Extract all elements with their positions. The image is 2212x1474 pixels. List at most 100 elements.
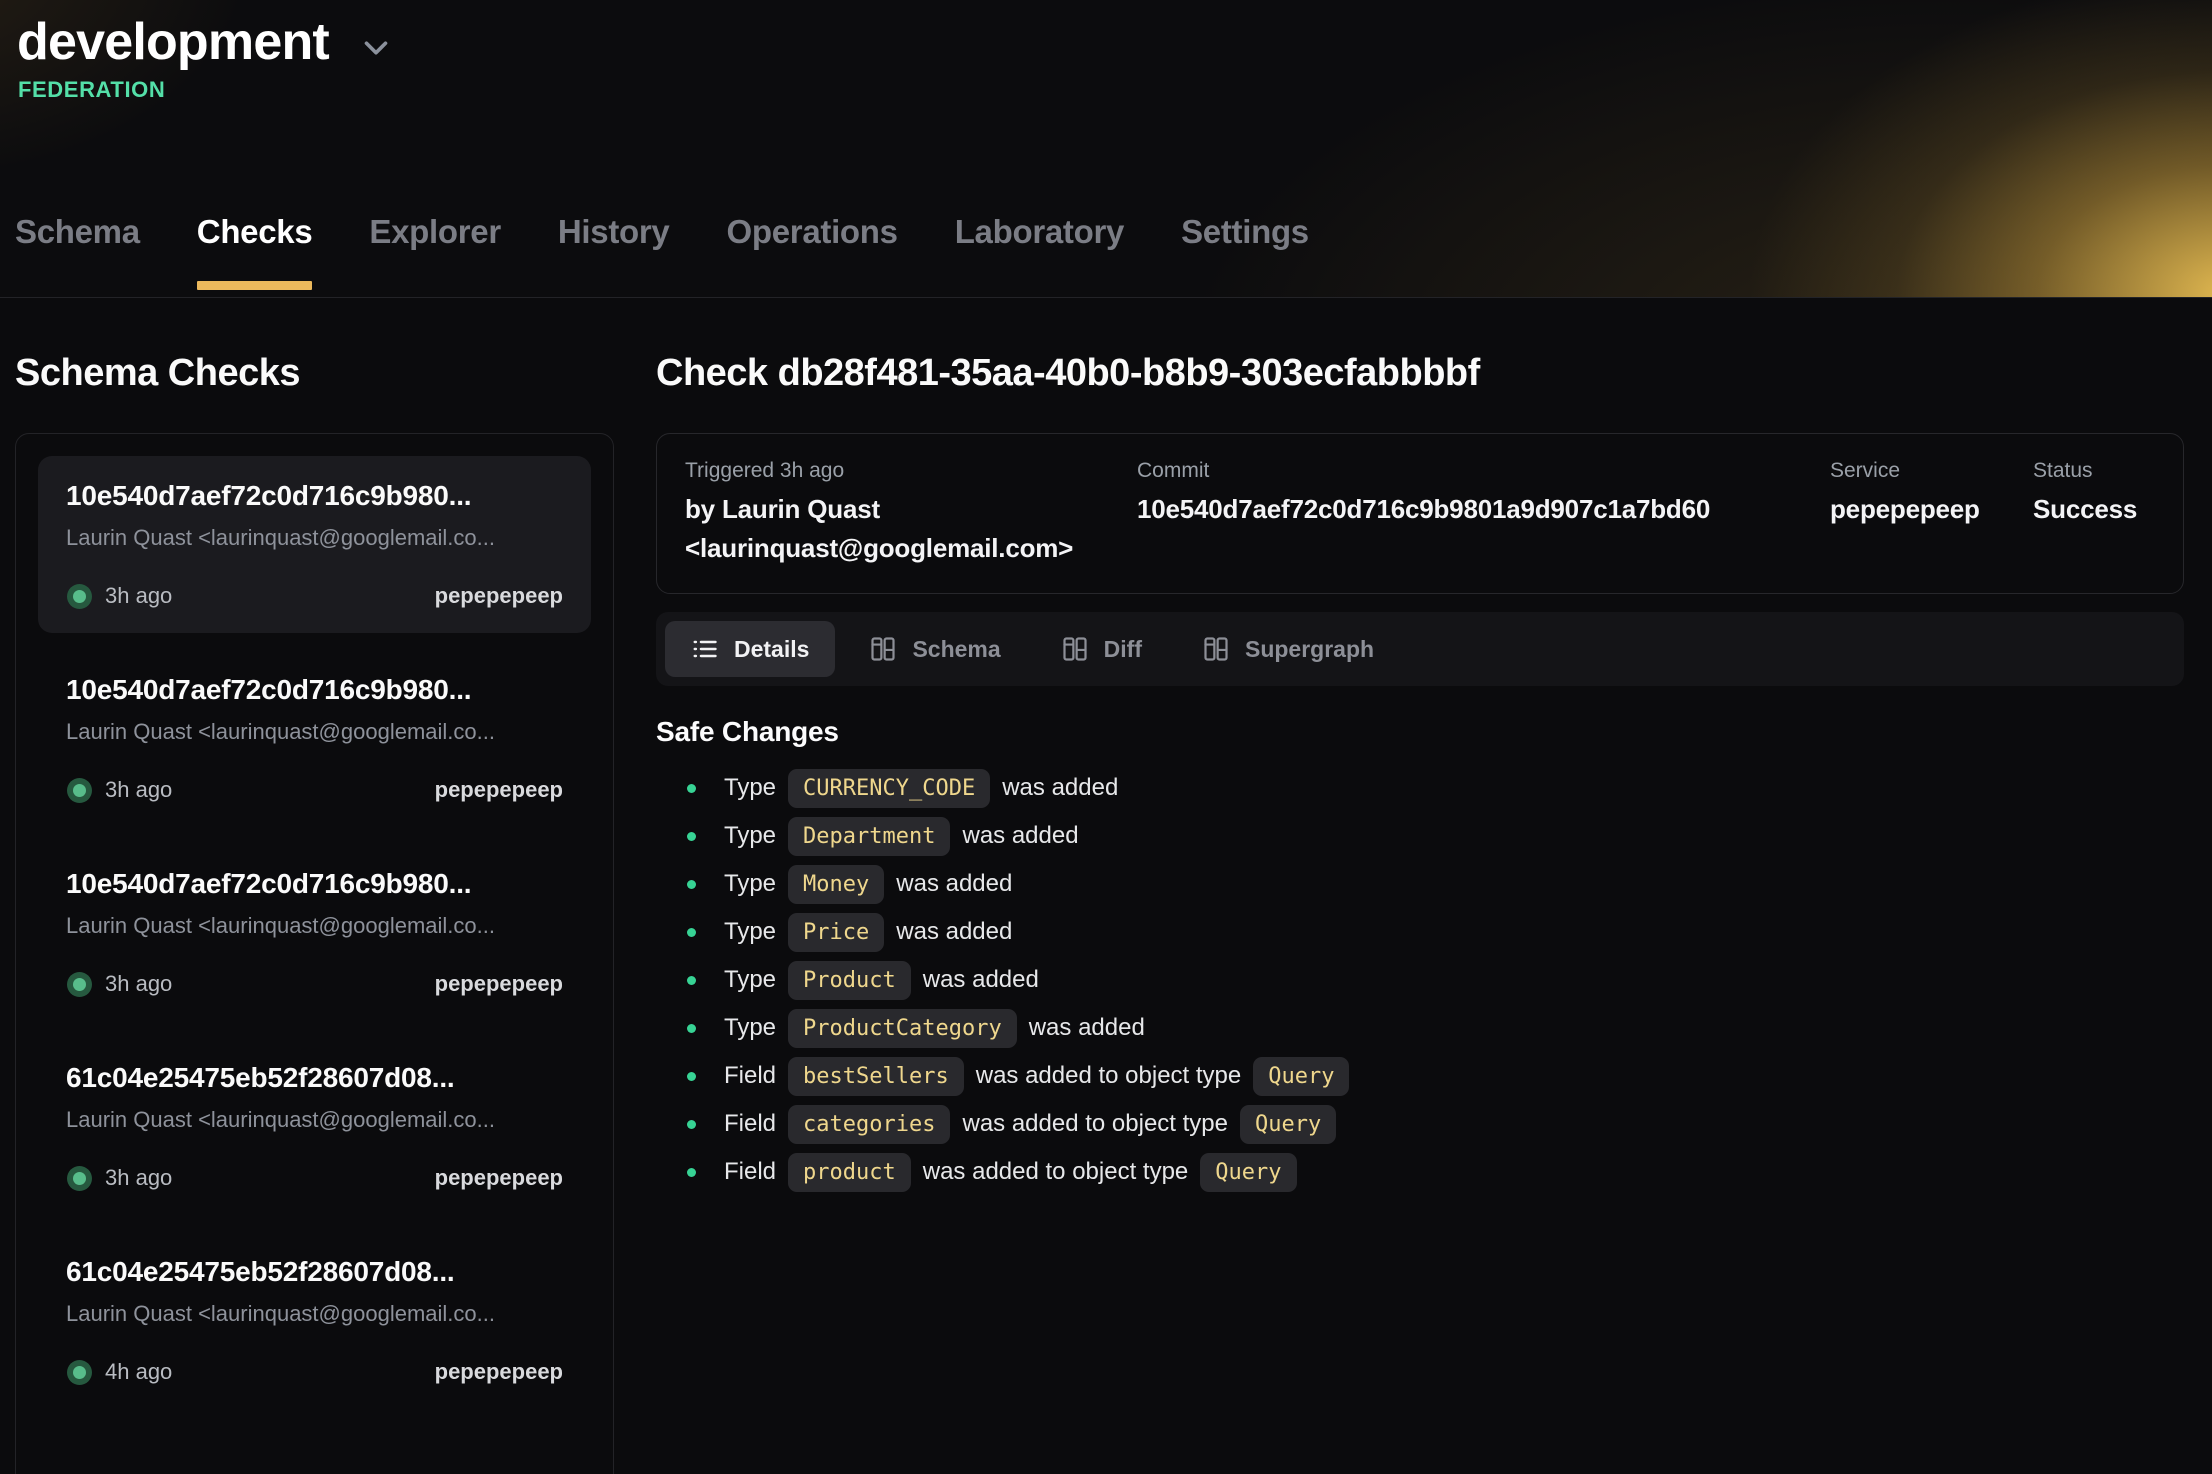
checks-sidebar: Schema Checks 10e540d7aef72c0d716c9b980.… [15,354,614,1474]
change-kind: Field [724,1158,776,1186]
check-item-status: 3h ago [66,971,172,997]
check-list-item[interactable]: 10e540d7aef72c0d716c9b980...Laurin Quast… [38,844,591,1021]
change-text: was added [1002,774,1118,802]
bullet-icon [687,1168,696,1177]
change-row: Fieldproductwas added to object typeQuer… [656,1148,2184,1196]
tab-laboratory[interactable]: Laboratory [955,213,1124,297]
project-type-badge: FEDERATION [18,77,2212,103]
check-item-status: 3h ago [66,583,172,609]
chevron-down-icon[interactable] [357,29,395,67]
check-item-author: Laurin Quast <laurinquast@googlemail.co.… [66,1301,563,1327]
check-item-meta: 4h ago pepepepeep [66,1359,563,1385]
check-list-item[interactable]: 10e540d7aef72c0d716c9b980...Laurin Quast… [38,456,591,633]
change-code-chip: Price [788,913,884,952]
tab-history[interactable]: History [558,213,670,297]
change-text: was added [896,918,1012,946]
change-row: TypeMoneywas added [656,860,2184,908]
meta-status-label: Status [2033,459,2155,483]
meta-service: Service pepepepeep [1830,459,2033,568]
changes-list: TypeCURRENCY_CODEwas addedTypeDepartment… [656,764,2184,1196]
change-code-chip: Department [788,817,950,856]
change-row: TypeProductwas added [656,956,2184,1004]
check-list-item[interactable]: 10e540d7aef72c0d716c9b980... Laurin Quast… [38,650,591,827]
check-list-item[interactable]: 61c04e25475eb52f28607d08...Laurin Quast … [38,1232,591,1409]
check-item-commit: 10e540d7aef72c0d716c9b980... [66,480,563,512]
change-target-chip: Query [1240,1105,1336,1144]
bullet-icon [687,784,696,793]
check-item-meta: 3h ago pepepepeep [66,971,563,997]
columns-icon [1061,635,1089,663]
meta-service-label: Service [1830,459,2033,483]
check-item-status: 3h ago [66,1165,172,1191]
change-kind: Type [724,822,776,850]
change-kind: Field [724,1110,776,1138]
change-kind: Field [724,1062,776,1090]
columns-icon [1202,635,1230,663]
success-dot-icon [73,784,86,797]
meta-status: Status Success [2033,459,2155,568]
check-title: Check db28f481-35aa-40b0-b8b9-303ecfabbb… [656,354,2184,392]
project-title: development [17,14,329,71]
check-item-service: pepepepeep [435,583,563,609]
change-row: TypeProductCategorywas added [656,1004,2184,1052]
success-dot-icon [73,978,86,991]
tab-operations[interactable]: Operations [727,213,898,297]
check-meta-box: Triggered 3h ago by Laurin Quast <laurin… [656,433,2184,594]
change-code-chip: ProductCategory [788,1009,1017,1048]
check-item-meta: 3h ago pepepepeep [66,1165,563,1191]
success-dot-icon [73,1366,86,1379]
sidebar-title: Schema Checks [15,354,614,392]
check-item-service: pepepepeep [435,1359,563,1385]
success-dot-icon [73,590,86,603]
view-tab-details[interactable]: Details [665,621,835,677]
change-text: was added [923,966,1039,994]
tab-schema[interactable]: Schema [15,213,140,297]
check-item-meta: 3h ago pepepepeep [66,583,563,609]
content: Schema Checks 10e540d7aef72c0d716c9b980.… [0,298,2212,1474]
project-header: development FEDERATION Schema Checks Explo… [0,0,2212,298]
changes-title: Safe Changes [656,716,2184,748]
view-tab-label: Details [734,636,809,663]
check-item-commit: 10e540d7aef72c0d716c9b980... [66,674,563,706]
check-item-commit: 61c04e25475eb52f28607d08... [66,1062,563,1094]
project-title-row: development [0,0,2212,71]
change-kind: Type [724,918,776,946]
check-item-status: 4h ago [66,1359,172,1385]
view-tab-schema[interactable]: Schema [843,621,1026,677]
view-tab-label: Schema [912,636,1000,663]
main-nav: Schema Checks Explorer History Operations Lab… [15,213,1309,297]
view-tab-diff[interactable]: Diff [1035,621,1168,677]
success-dot-icon [73,1172,86,1185]
meta-triggered-line2: <laurinquast@googlemail.com> [685,529,1137,568]
view-tab-supergraph[interactable]: Supergraph [1176,621,1400,677]
check-item-time: 3h ago [105,583,172,609]
check-item-service: pepepepeep [435,1165,563,1191]
view-tab-label: Supergraph [1245,636,1374,663]
change-text: was added to object type [923,1158,1189,1186]
list-icon [691,635,719,663]
bullet-icon [687,976,696,985]
bullet-icon [687,832,696,841]
bullet-icon [687,928,696,937]
change-text: was added [896,870,1012,898]
tab-explorer[interactable]: Explorer [369,213,501,297]
change-row: TypeDepartmentwas added [656,812,2184,860]
check-detail: Check db28f481-35aa-40b0-b8b9-303ecfabbb… [656,354,2184,1474]
change-code-chip: CURRENCY_CODE [788,769,990,808]
change-row: FieldbestSellerswas added to object type… [656,1052,2184,1100]
check-item-service: pepepepeep [435,971,563,997]
check-list-item[interactable]: 61c04e25475eb52f28607d08...Laurin Quast … [38,1038,591,1215]
bullet-icon [687,1024,696,1033]
change-text: was added [1029,1014,1145,1042]
bullet-icon [687,1120,696,1129]
meta-triggered-label: Triggered 3h ago [685,459,1137,483]
change-code-chip: bestSellers [788,1057,964,1096]
meta-service-value: pepepepeep [1830,490,2033,529]
check-item-author: Laurin Quast <laurinquast@googlemail.co.… [66,719,563,745]
check-item-meta: 3h agopepepepeep [66,777,563,803]
change-kind: Type [724,870,776,898]
tab-settings[interactable]: Settings [1181,213,1309,297]
bullet-icon [687,1072,696,1081]
change-row: Type Price was added [656,908,2184,956]
tab-checks[interactable]: Checks [197,213,313,297]
